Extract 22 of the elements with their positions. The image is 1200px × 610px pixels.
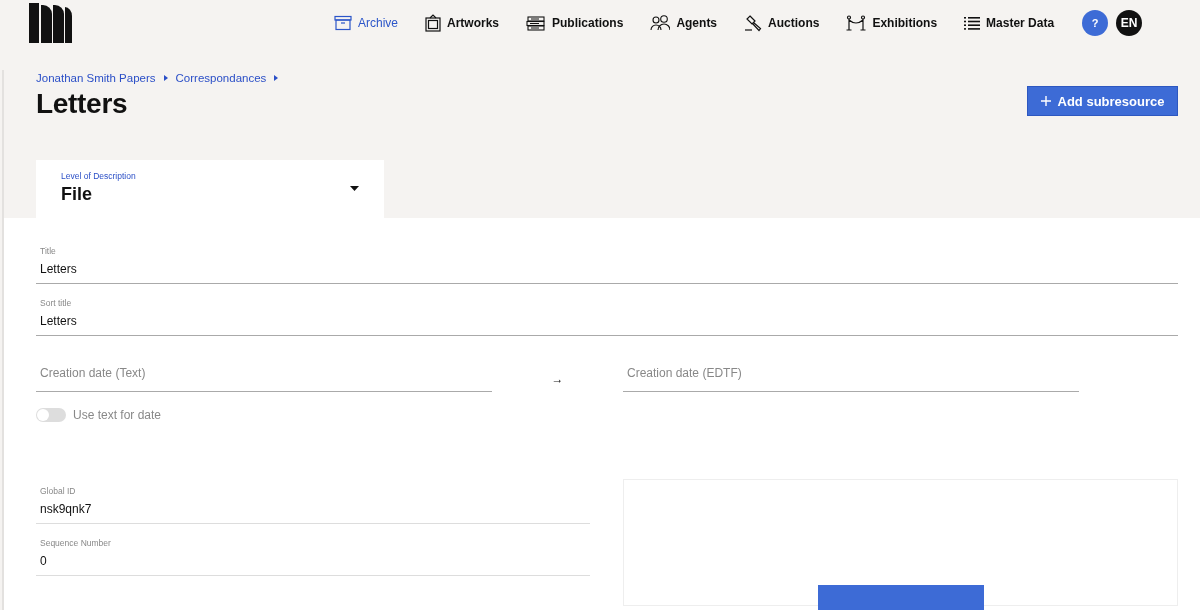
nav-link[interactable]: Archive bbox=[334, 14, 398, 32]
text-field[interactable]: Sort title Letters bbox=[36, 284, 1178, 336]
level-of-description-select[interactable]: Level of Description File bbox=[36, 160, 384, 218]
help-button[interactable]: ? bbox=[1082, 10, 1109, 36]
nav-link[interactable]: Agents bbox=[650, 14, 718, 32]
nav-link[interactable]: Master Data bbox=[964, 14, 1055, 32]
arrow-text: → bbox=[550, 372, 565, 386]
breadcrumb-link[interactable]: Jonathan Smith Papers bbox=[36, 72, 156, 84]
text-field[interactable]: Title Letters bbox=[36, 228, 1178, 284]
language-button[interactable]: EN bbox=[1116, 10, 1143, 36]
toggle-label: Use text for date bbox=[73, 408, 162, 422]
nav-link[interactable]: Exhibitions bbox=[846, 14, 938, 32]
page-title: Letters bbox=[36, 88, 129, 120]
breadcrumb-link[interactable]: Correspondances bbox=[175, 72, 267, 84]
nav-link[interactable]: Artworks bbox=[425, 14, 500, 32]
add-subresource-button[interactable]: Add subresource bbox=[1027, 86, 1178, 116]
text-field[interactable]: Sequence Number 0 bbox=[36, 524, 590, 576]
text-field[interactable]: Global ID nsk9qnk7 bbox=[36, 472, 590, 524]
date-field[interactable]: Creation date (Text) bbox=[36, 356, 492, 392]
date-field[interactable]: Creation date (EDTF) bbox=[623, 356, 1079, 392]
nav-link[interactable]: Auctions bbox=[744, 14, 820, 32]
nav-link[interactable]: Publications bbox=[526, 14, 624, 32]
